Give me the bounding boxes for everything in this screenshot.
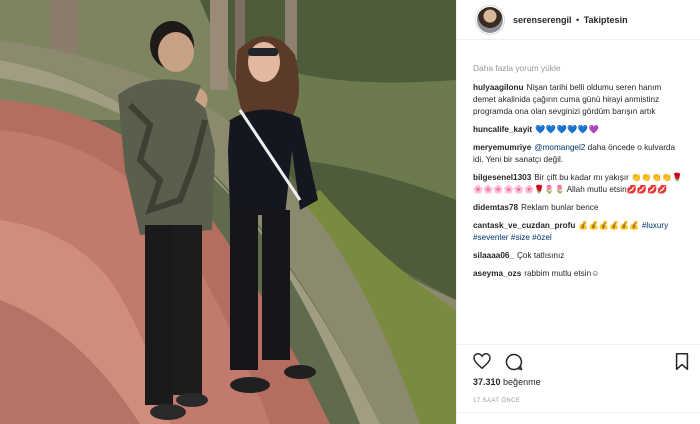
bookmark-icon[interactable]	[675, 353, 689, 375]
comment-username[interactable]: meryemumriye	[473, 143, 531, 152]
post-photo	[0, 0, 456, 424]
likes-count[interactable]: 37.310 beğenme	[473, 377, 541, 387]
heart-icon[interactable]	[473, 352, 491, 374]
post-header: serenserengil • Takiptesin	[457, 0, 700, 40]
comment-mention-link[interactable]: @momangel2	[534, 143, 585, 152]
separator-dot: •	[576, 14, 580, 25]
add-comment-area[interactable]	[457, 412, 700, 424]
comment-item: cantask_ve_cuzdan_profu 💰💰💰💰💰💰 #luxury #s…	[473, 220, 686, 244]
post-timestamp[interactable]: 17 SAAT ÖNCE	[473, 398, 520, 404]
load-more-comments-link[interactable]: Daha fazla yorum yükle	[473, 62, 686, 74]
comment-username[interactable]: didemtas78	[473, 203, 518, 212]
comment-text: Reklam bunlar bence	[521, 203, 599, 212]
username-link[interactable]: serenserengil	[513, 15, 572, 25]
post-actions-bar	[457, 344, 700, 374]
comment-bubble-icon[interactable]	[505, 353, 523, 376]
comment-item: meryemumriye @momangel2 daha öncede o kul…	[473, 142, 686, 166]
comments-list: Daha fazla yorum yükle hulyaagilonu Nişan…	[457, 40, 700, 338]
comment-text: 💰💰💰💰💰💰	[578, 221, 642, 230]
header-text: serenserengil • Takiptesin	[513, 15, 628, 25]
follow-status[interactable]: Takiptesin	[584, 15, 628, 25]
comment-item: silaaaa06_ Çok tatlısınız	[473, 250, 686, 262]
post-sidebar: serenserengil • Takiptesin Daha fazla yo…	[456, 0, 700, 424]
comment-username[interactable]: aseyma_ozs	[473, 269, 521, 278]
likes-number: 37.310	[473, 377, 501, 387]
likes-label: beğenme	[503, 377, 541, 387]
comment-text: Çok tatlısınız	[516, 251, 565, 260]
comment-text: rabbim mutlu etsin☺	[524, 269, 600, 278]
comment-username[interactable]: cantask_ve_cuzdan_profu	[473, 221, 575, 230]
comment-username[interactable]: huncalife_kayit	[473, 125, 532, 134]
comment-username[interactable]: silaaaa06_	[473, 251, 514, 260]
comment-username[interactable]: bilgesenel1303	[473, 173, 531, 182]
comment-username[interactable]: hulyaagilonu	[473, 83, 524, 92]
comment-text: 💙💙💙💙💙💜	[535, 125, 600, 134]
comment-item: aseyma_ozs rabbim mutlu etsin☺	[473, 268, 686, 280]
comment-item: didemtas78 Reklam bunlar bence	[473, 202, 686, 214]
comment-item: huncalife_kayit 💙💙💙💙💙💜	[473, 124, 686, 136]
comment-item: bilgesenel1303 Bir çift bu kadar mı yakış…	[473, 172, 686, 196]
avatar-image	[477, 6, 503, 33]
comment-item: hulyaagilonu Nişan tarihi belli oldumu se…	[473, 82, 686, 118]
avatar[interactable]	[475, 4, 505, 35]
photo-illustration	[0, 0, 456, 424]
